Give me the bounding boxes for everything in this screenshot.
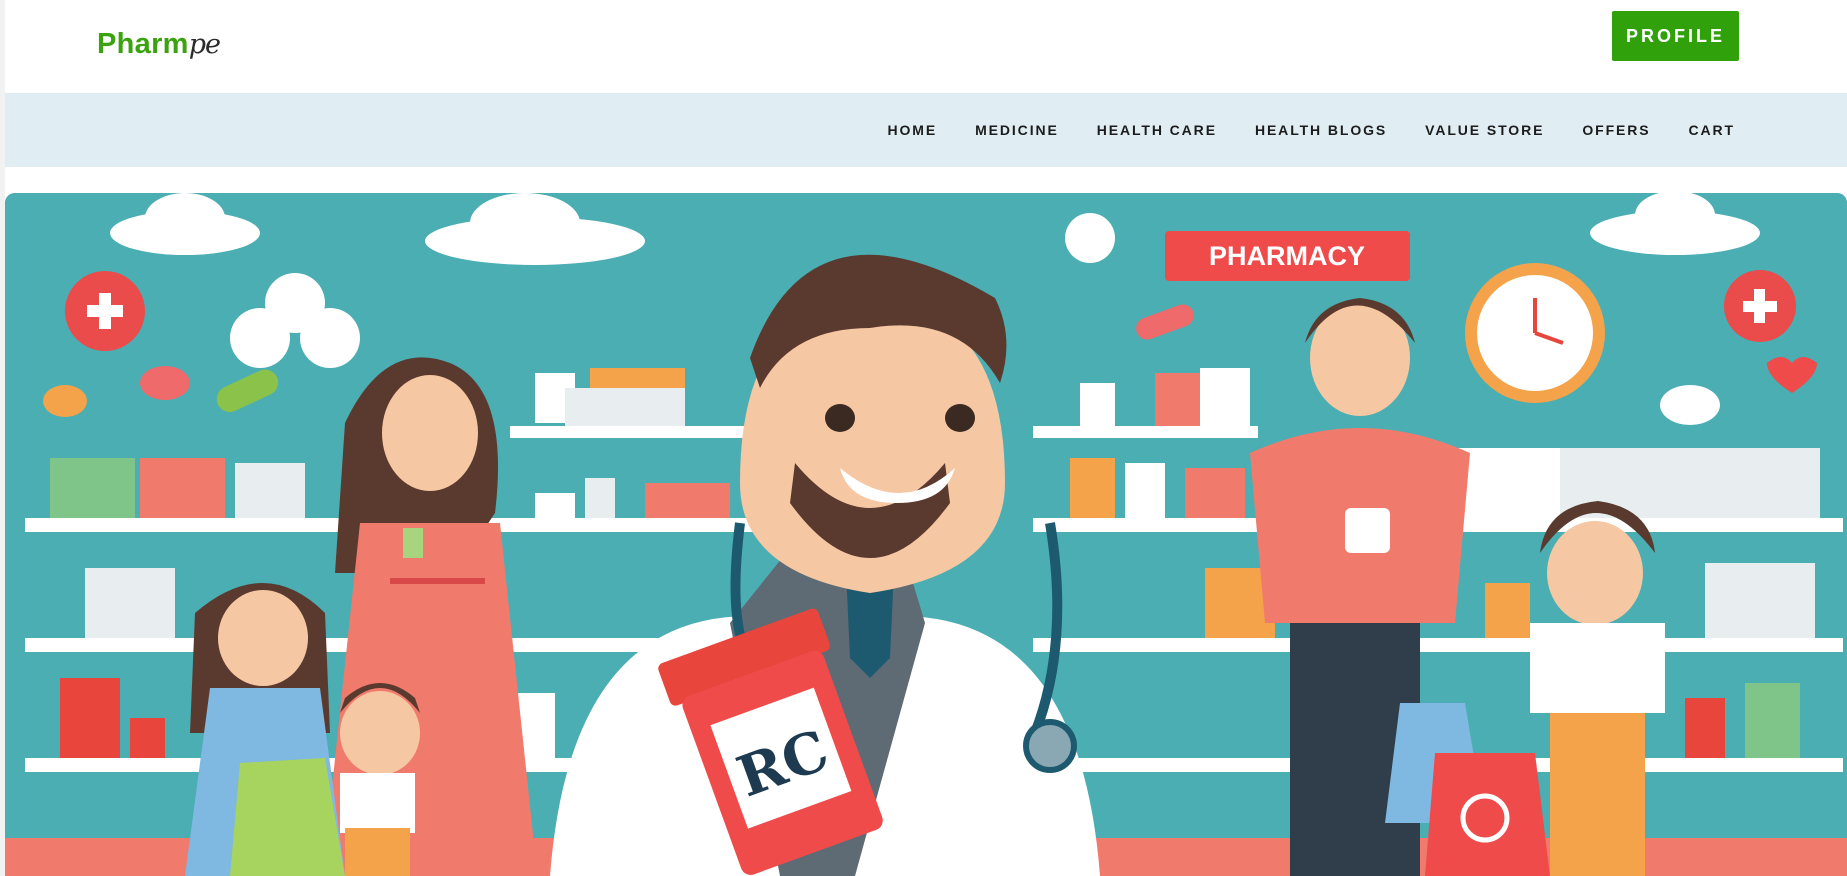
logo-main-text: Pharm	[97, 28, 189, 60]
small-boy-figure	[340, 683, 420, 876]
pharmacy-sign-text: PHARMACY	[1209, 241, 1365, 271]
nav-item-health-blogs[interactable]: HEALTH BLOGS	[1255, 122, 1387, 138]
logo-tail-text: pe	[188, 29, 221, 60]
nav-item-home[interactable]: HOME	[887, 122, 937, 138]
nav-item-offers[interactable]: OFFERS	[1582, 122, 1650, 138]
nav-item-medicine[interactable]: MEDICINE	[975, 122, 1059, 138]
girl-figure	[185, 583, 345, 876]
pharmacy-illustration: PHARMACY RC	[5, 193, 1847, 876]
pharmpe-logo[interactable]: Pharm pe	[97, 28, 221, 64]
main-navbar: HOME MEDICINE HEALTH CARE HEALTH BLOGS V…	[5, 93, 1847, 167]
profile-button[interactable]: PROFILE	[1612, 11, 1739, 61]
nav-item-health-care[interactable]: HEALTH CARE	[1097, 122, 1217, 138]
nav-item-value-store[interactable]: VALUE STORE	[1425, 122, 1544, 138]
site-header: Pharm pe PROFILE	[5, 0, 1847, 93]
hero-banner[interactable]: PHARMACY RC	[5, 193, 1847, 876]
nav-menu: HOME MEDICINE HEALTH CARE HEALTH BLOGS V…	[849, 93, 1735, 167]
nav-item-cart[interactable]: CART	[1689, 122, 1735, 138]
